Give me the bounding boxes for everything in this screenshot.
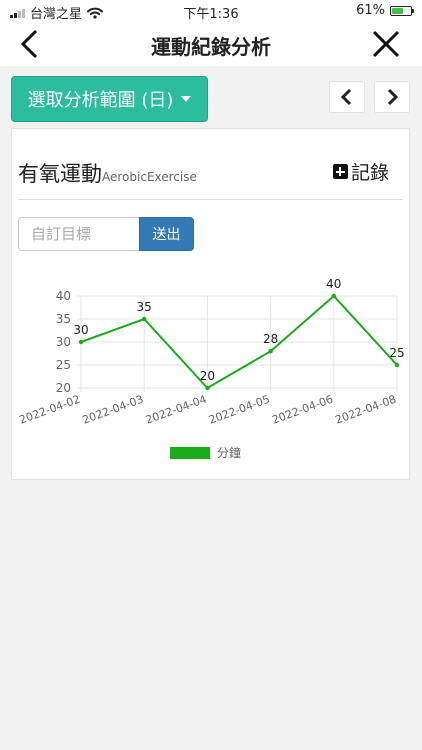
status-right: 61%	[356, 3, 414, 18]
card-title-en: AerobicExercise	[102, 170, 197, 184]
data-point	[394, 362, 400, 368]
data-point	[331, 293, 336, 299]
y-tick-label: 35	[56, 312, 71, 326]
card-title: 有氧運動AerobicExercise	[18, 158, 197, 188]
record-button[interactable]: 記錄	[332, 158, 389, 185]
data-point	[142, 316, 147, 322]
data-label: 40	[326, 277, 341, 291]
caret-down-icon	[181, 96, 192, 102]
line-chart: 20253035402022-04-022022-04-032022-04-04…	[17, 277, 404, 460]
divider	[18, 199, 403, 200]
data-point	[205, 385, 210, 391]
submit-button[interactable]: 送出	[139, 217, 194, 251]
x-tick-label: 2022-04-04	[144, 393, 209, 427]
range-dropdown-label: 選取分析範圍 (日)	[27, 90, 174, 111]
data-label: 20	[200, 369, 215, 383]
x-tick-label: 2022-04-05	[207, 393, 272, 427]
exercise-card: 有氧運動AerobicExercise 記錄 送出 20253035402022…	[11, 128, 410, 480]
x-tick-label: 2022-04-02	[17, 393, 82, 427]
status-bar: 台灣之星 下午1:36 61%	[0, 0, 422, 22]
next-button[interactable]	[374, 81, 410, 113]
x-tick-label: 2022-04-03	[81, 393, 146, 427]
data-label: 25	[389, 346, 404, 360]
goal-input[interactable]	[18, 217, 140, 251]
y-tick-label: 20	[56, 381, 71, 395]
range-dropdown-button[interactable]: 選取分析範圍 (日)	[11, 76, 208, 122]
card-title-zh: 有氧運動	[18, 162, 102, 186]
plus-square-icon	[332, 164, 348, 179]
y-tick-label: 40	[56, 289, 71, 303]
x-tick-label: 2022-04-06	[270, 393, 335, 427]
close-icon[interactable]	[368, 26, 404, 62]
chevron-left-icon	[340, 88, 352, 106]
data-point	[78, 339, 84, 345]
x-tick-label: 2022-04-08	[333, 393, 398, 427]
data-label: 28	[263, 332, 278, 346]
battery-icon	[390, 5, 414, 16]
data-label: 30	[73, 323, 88, 337]
chevron-right-icon	[387, 88, 399, 106]
y-tick-label: 30	[56, 335, 71, 349]
data-point	[268, 349, 273, 354]
record-label: 記錄	[350, 162, 389, 184]
prev-button[interactable]	[329, 81, 365, 113]
battery-percent: 61%	[356, 3, 385, 18]
legend-label: 分鐘	[217, 445, 241, 460]
nav-bar: 運動紀錄分析	[0, 22, 422, 66]
data-label: 35	[137, 300, 152, 314]
legend-swatch	[170, 447, 210, 459]
page-title: 運動紀錄分析	[151, 35, 271, 59]
y-tick-label: 25	[56, 358, 71, 372]
